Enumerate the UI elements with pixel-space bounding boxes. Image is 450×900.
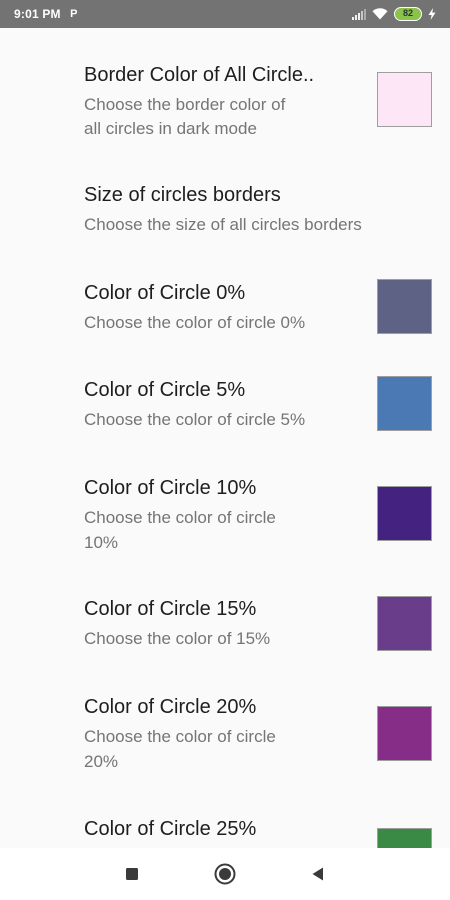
pref-title: Color of Circle 5%	[84, 379, 246, 401]
pref-color-circle-10[interactable]: Color of Circle 10% Choose the color of …	[0, 471, 450, 563]
color-swatch	[377, 376, 432, 431]
recents-icon	[126, 868, 138, 880]
color-swatch	[377, 279, 432, 334]
navigation-bar	[0, 848, 450, 900]
color-swatch	[377, 72, 432, 127]
pref-summary-line2: 10%	[84, 533, 119, 552]
pref-summary-line1: Choose the size of all circles borders	[84, 215, 362, 234]
battery-icon: 82	[394, 7, 422, 21]
pref-color-circle-5[interactable]: Color of Circle 5% Choose the color of c…	[0, 373, 450, 443]
status-time: 9:01 PM	[14, 7, 61, 21]
pref-title: Size of circles borders	[84, 184, 281, 206]
preferences-list[interactable]: Border Color of All Circle.. Choose the …	[0, 28, 450, 848]
signal-icon	[352, 8, 366, 20]
pref-title: Color of Circle 10%	[84, 477, 257, 499]
pref-summary-line1: Choose the color of circle 0%	[84, 313, 306, 332]
home-button[interactable]	[213, 862, 237, 886]
back-button[interactable]	[306, 862, 330, 886]
pref-border-color[interactable]: Border Color of All Circle.. Choose the …	[0, 58, 450, 150]
pref-border-size[interactable]: Size of circles borders Choose the size …	[0, 178, 450, 248]
color-swatch	[377, 596, 432, 651]
pref-title: Color of Circle 25%	[84, 818, 257, 840]
color-swatch	[377, 828, 432, 848]
status-bar-left: 9:01 PM P	[14, 7, 81, 21]
recents-button[interactable]	[120, 862, 144, 886]
wifi-icon	[372, 8, 388, 20]
pref-color-circle-25[interactable]: Color of Circle 25%	[0, 812, 450, 848]
pref-summary-line1: Choose the border color of	[84, 95, 286, 114]
pref-summary-line1: Choose the color of 15%	[84, 629, 271, 648]
pref-summary-line2: all circles in dark mode	[84, 119, 257, 138]
pref-summary-line2: 20%	[84, 752, 119, 771]
status-bar-right: 82	[352, 7, 436, 21]
charging-icon	[428, 8, 436, 20]
color-swatch	[377, 706, 432, 761]
pref-summary-line1: Choose the color of circle	[84, 508, 276, 527]
pref-title: Color of Circle 15%	[84, 598, 257, 620]
pref-color-circle-0[interactable]: Color of Circle 0% Choose the color of c…	[0, 276, 450, 346]
pref-color-circle-15[interactable]: Color of Circle 15% Choose the color of …	[0, 592, 450, 662]
pref-summary-line1: Choose the color of circle 5%	[84, 410, 306, 429]
color-swatch	[377, 486, 432, 541]
pref-title: Color of Circle 20%	[84, 696, 257, 718]
pref-title: Color of Circle 0%	[84, 282, 246, 304]
home-icon	[214, 863, 236, 885]
notification-p-icon: P	[70, 8, 78, 20]
pref-summary-line1: Choose the color of circle	[84, 727, 276, 746]
status-bar: 9:01 PM P 82	[0, 0, 450, 28]
pref-title: Border Color of All Circle..	[84, 64, 315, 86]
back-icon	[312, 867, 323, 881]
pref-color-circle-20[interactable]: Color of Circle 20% Choose the color of …	[0, 690, 450, 782]
